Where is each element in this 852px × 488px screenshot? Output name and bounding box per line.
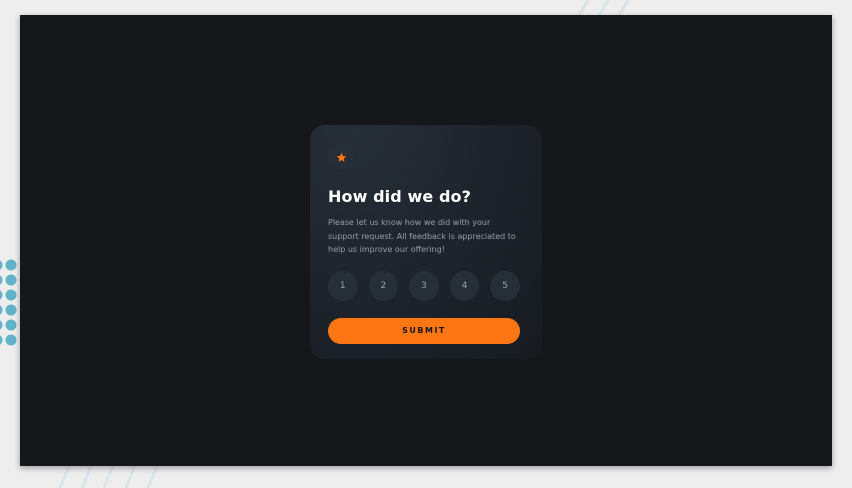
rating-button-3[interactable]: 3 — [409, 270, 439, 301]
rating-button-2[interactable]: 2 — [368, 270, 399, 301]
rating-button-4[interactable]: 4 — [449, 270, 480, 301]
star-badge — [328, 144, 354, 170]
rating-card: How did we do? Please let us know how we… — [310, 125, 542, 359]
dot-pattern-decoration — [0, 259, 17, 346]
card-title: How did we do? — [328, 187, 472, 206]
submit-button[interactable]: SUBMIT — [328, 317, 520, 344]
rating-button-5[interactable]: 5 — [490, 270, 520, 301]
star-icon — [336, 152, 346, 162]
rating-options: 1 2 3 4 5 — [328, 270, 520, 301]
rating-button-1[interactable]: 1 — [328, 270, 358, 301]
browser-viewport: How did we do? Please let us know how we… — [20, 15, 832, 466]
card-description: Please let us know how we did with your … — [328, 218, 516, 254]
